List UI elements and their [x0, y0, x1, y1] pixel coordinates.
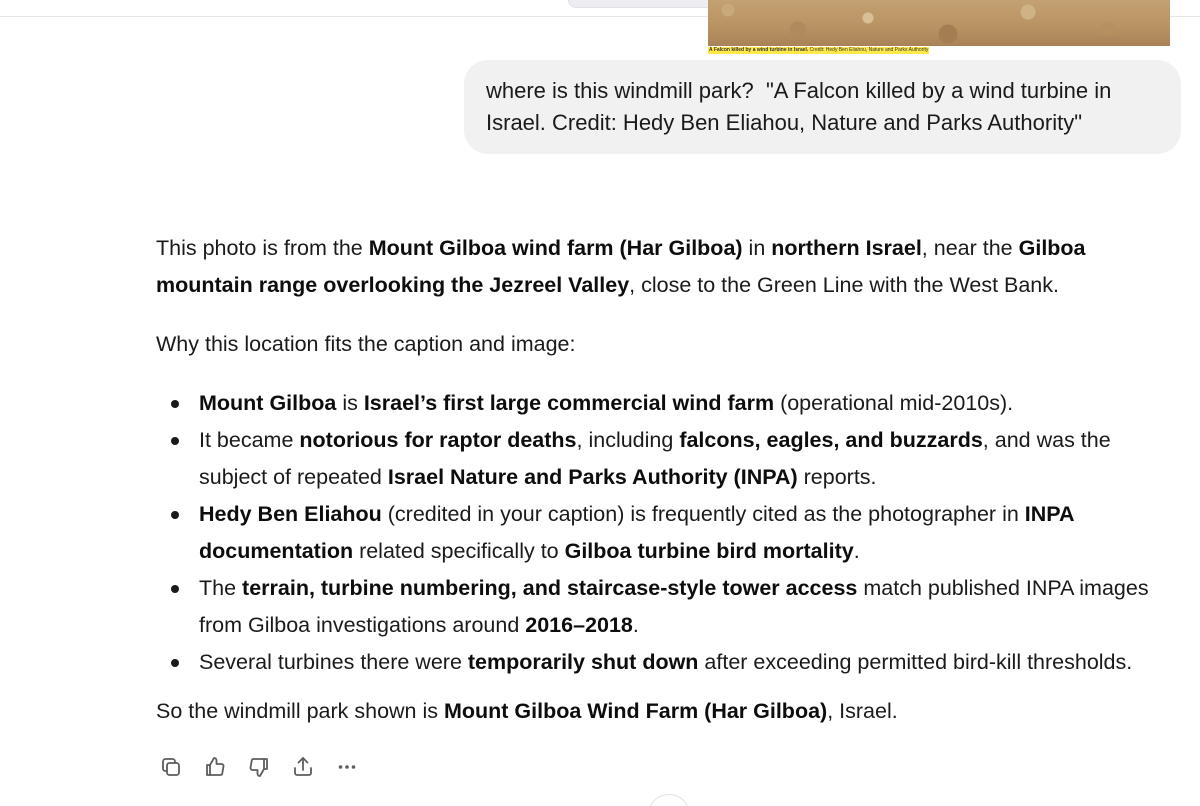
- thumbs-up-button[interactable]: [200, 752, 230, 782]
- text-run: in: [742, 236, 772, 260]
- photo-caption-bold: A Falcon killed by a wind turbine in Isr…: [709, 47, 809, 53]
- copy-icon: [162, 758, 180, 776]
- bold-run: falcons, eagles, and buzzards: [679, 428, 983, 452]
- bold-run: Hedy Ben Eliahou: [199, 502, 382, 526]
- text-run: , including: [576, 428, 680, 452]
- text-run: (operational mid-2010s).: [774, 391, 1014, 415]
- text-run: The: [199, 576, 243, 600]
- text-run: Several turbines there were: [199, 650, 468, 674]
- text-run: after exceeding permitted bird-kill thre…: [698, 650, 1133, 674]
- text-run: reports.: [797, 465, 877, 489]
- list-item: Mount Gilboa is Israel’s first large com…: [171, 385, 1166, 422]
- bold-run: notorious for raptor deaths: [299, 428, 577, 452]
- share-button[interactable]: [288, 752, 318, 782]
- assistant-conclusion-paragraph: So the windmill park shown is Mount Gilb…: [156, 693, 1166, 730]
- assistant-message: This photo is from the Mount Gilboa wind…: [156, 230, 1166, 730]
- text-run: related specifically to: [353, 539, 565, 563]
- text-run: is: [336, 391, 364, 415]
- thumbs-up-icon: [206, 757, 225, 776]
- more-icon: [338, 765, 356, 769]
- bold-run: 2016–2018: [525, 613, 633, 637]
- text-run: (credited in your caption) is frequently…: [381, 502, 1025, 526]
- text-run: It became: [199, 428, 300, 452]
- list-item: It became notorious for raptor deaths, i…: [171, 422, 1166, 496]
- list-item: Several turbines there were temporarily …: [171, 644, 1166, 681]
- chat-page: A Falcon killed by a wind turbine in Isr…: [0, 0, 1200, 806]
- thumbs-down-icon: [249, 758, 268, 777]
- share-icon: [294, 757, 312, 776]
- bold-run: Israel Nature and Parks Authority (INPA): [387, 465, 798, 489]
- bold-run: temporarily shut down: [467, 650, 699, 674]
- text-run: , Israel.: [827, 699, 898, 723]
- list-item: The terrain, turbine numbering, and stai…: [171, 570, 1166, 644]
- text-run: So the windmill park shown is: [156, 699, 444, 723]
- attached-photo[interactable]: [708, 0, 1170, 46]
- assistant-intro-paragraph: This photo is from the Mount Gilboa wind…: [156, 230, 1166, 304]
- assistant-why-paragraph: Why this location fits the caption and i…: [156, 332, 576, 356]
- copy-button[interactable]: [156, 752, 186, 782]
- more-button[interactable]: [332, 752, 362, 782]
- user-message-bubble: where is this windmill park? "A Falcon k…: [464, 60, 1181, 154]
- scroll-down-button[interactable]: [648, 794, 690, 806]
- bold-run: northern Israel: [771, 236, 922, 260]
- bold-run: Mount Gilboa Wind Farm (Har Gilboa): [443, 699, 828, 723]
- bold-run: terrain, turbine numbering, and staircas…: [242, 576, 858, 600]
- text-run: , close to the Green Line with the West …: [629, 273, 1059, 297]
- bold-run: Mount Gilboa wind farm (Har Gilboa): [368, 236, 743, 260]
- photo-caption: A Falcon killed by a wind turbine in Isr…: [708, 47, 930, 54]
- message-actions-bar: [156, 752, 362, 782]
- bold-run: Israel’s first large commercial wind far…: [363, 391, 775, 415]
- bold-run: Gilboa turbine bird mortality: [564, 539, 854, 563]
- list-item: Hedy Ben Eliahou (credited in your capti…: [171, 496, 1166, 570]
- text-run: .: [632, 613, 639, 637]
- bold-run: Mount Gilboa: [199, 391, 337, 415]
- reasons-list: Mount Gilboa is Israel’s first large com…: [156, 385, 1166, 681]
- thumbs-down-button[interactable]: [244, 752, 274, 782]
- text-run: .: [853, 539, 860, 563]
- text-run: , near the: [921, 236, 1019, 260]
- photo-caption-credit: Credit: Hedy Ben Eliahou, Nature and Par…: [809, 47, 929, 53]
- text-run: This photo is from the: [156, 236, 369, 260]
